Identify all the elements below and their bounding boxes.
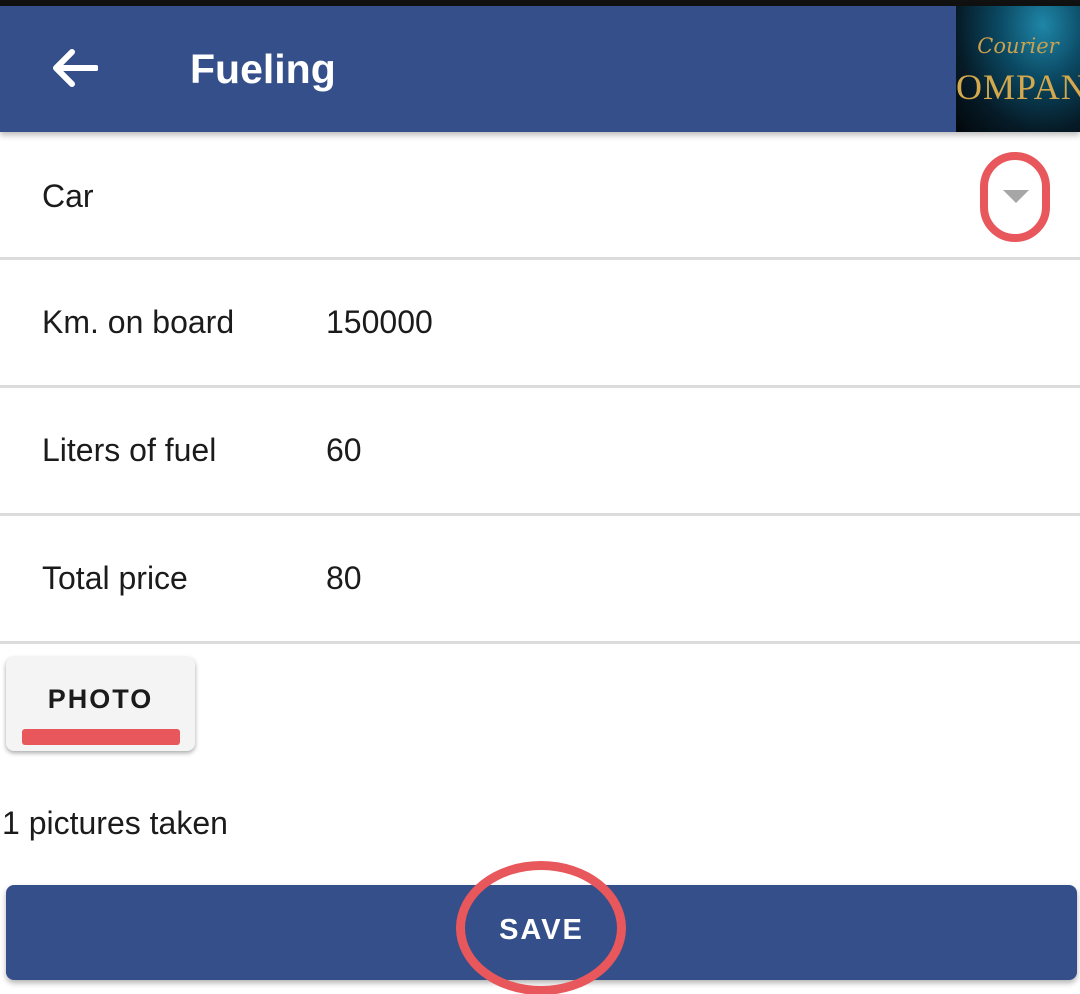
car-select[interactable]: Car <box>0 132 1080 260</box>
dropdown-annotation-circle <box>980 152 1050 242</box>
liters-field-row: Liters of fuel <box>0 388 1080 516</box>
price-label: Total price <box>42 560 188 596</box>
km-field-row: Km. on board <box>0 260 1080 388</box>
price-input[interactable] <box>326 516 926 641</box>
photo-button[interactable]: PHOTO <box>6 657 195 751</box>
photo-annotation-underline <box>22 729 180 745</box>
liters-input[interactable] <box>326 388 926 513</box>
save-button-label: SAVE <box>499 914 584 946</box>
back-button[interactable] <box>40 34 108 102</box>
company-logo: Courier OMPAN <box>956 6 1080 132</box>
photo-button-label: PHOTO <box>47 684 154 714</box>
liters-label: Liters of fuel <box>42 432 217 468</box>
save-button[interactable]: SAVE <box>6 885 1077 980</box>
price-field-row: Total price <box>0 516 1080 644</box>
km-input[interactable] <box>326 260 926 385</box>
arrow-left-icon <box>53 49 98 87</box>
logo-word-text: OMPAN <box>956 67 1080 107</box>
app-bar: Fueling Courier OMPAN <box>0 6 1080 132</box>
km-label: Km. on board <box>42 304 235 340</box>
logo-script-text: Courier <box>977 34 1059 58</box>
page-title: Fueling <box>190 46 336 92</box>
pictures-status-text: 1 pictures taken <box>2 805 228 841</box>
car-label: Car <box>42 178 94 214</box>
